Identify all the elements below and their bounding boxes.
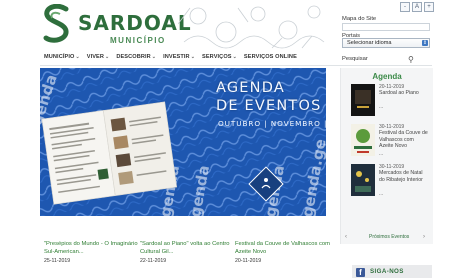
event-more[interactable]: ... [379,151,383,157]
logo-subtitle: MUNICÍPIO [110,36,166,45]
nav-divider [40,65,432,66]
news-item[interactable]: "Presépios do Mundo - O Imaginário Sul-A… [44,240,139,265]
sitemap-link[interactable]: Mapa do Site [342,16,376,22]
nav-item-investir[interactable]: INVESTIR⌄ [163,54,195,64]
agenda-panel: Agenda 20-11-2019 Sardoal ao Piano ... 3… [340,68,433,244]
nav-item-viver[interactable]: VIVER⌄ [87,54,110,64]
nav-item-descobrir[interactable]: DESCOBRIR⌄ [116,54,156,64]
chevron-right-icon[interactable]: › [423,234,425,240]
sitemap-field[interactable] [342,23,430,31]
event-more[interactable]: ... [379,191,383,197]
font-increase-button[interactable]: + [424,2,434,12]
logo-title: SARDOAL [78,11,192,35]
chevron-down-icon: ⌄ [151,54,157,60]
nav-label: DESCOBRIR [116,54,151,60]
agenda-heading: Agenda [372,72,402,81]
chevron-down-icon: ⌄ [190,54,195,60]
nav-label: SERVIÇOS ONLINE [243,54,297,60]
event-title[interactable]: Sardoal ao Piano [379,90,429,97]
font-reset-button[interactable]: A [412,2,422,12]
chevron-down-icon: ⌄ [105,54,110,60]
news-date: 25-11-2019 [44,258,71,264]
chevron-down-icon: ⌄ [232,54,237,60]
main-nav: MUNICÍPIO⌄ VIVER⌄ DESCOBRIR⌄ INVESTIR⌄ S… [44,54,330,64]
nav-label: VIVER [86,54,105,60]
news-title[interactable]: "Sardoal ao Piano" volta ao Centro Cultu… [140,240,235,256]
news-item[interactable]: "Sardoal ao Piano" volta ao Centro Cultu… [140,240,235,265]
nav-item-servicos[interactable]: SERVIÇOS⌄ [202,54,237,64]
news-item[interactable]: Festival da Couve de Valhascos com Azeit… [235,240,330,265]
hero-banner[interactable]: agenda agenda agenda agenda.ge agenda [40,68,326,216]
font-decrease-button[interactable]: - [400,2,410,12]
agenda-event[interactable]: 20-11-2019 Sardoal ao Piano ... [351,84,431,118]
event-title[interactable]: Mercados de Natal do Ribatejo Interior [379,170,429,183]
nav-label: INVESTIR [163,54,190,60]
hero-title-line2: DE EVENTOS [216,98,322,114]
search-label: Pesquisar [342,56,368,62]
nav-item-servicos-online[interactable]: SERVIÇOS ONLINE [244,54,297,64]
news-date: 22-11-2019 [140,258,167,264]
next-events-link[interactable]: Próximos Eventos [369,234,409,240]
event-thumbnail [351,164,375,196]
agenda-pager: ‹ Próximos Eventos › [341,232,433,242]
language-select[interactable]: Selecionar idioma ⇕ [342,38,430,48]
event-thumbnail [351,124,375,156]
search-icon[interactable]: ⚲ [408,55,414,64]
news-title[interactable]: Festival da Couve de Valhascos com Azeit… [235,240,330,256]
sardoal-s-logo-icon [43,4,69,43]
site-logo[interactable]: SARDOAL MUNICÍPIO [42,4,192,46]
nav-label: SERVIÇOS [202,54,232,60]
news-title[interactable]: "Presépios do Mundo - O Imaginário Sul-A… [44,240,139,256]
nav-label: MUNICÍPIO [44,54,75,60]
chevron-left-icon[interactable]: ‹ [345,234,347,240]
agenda-event[interactable]: 30-11-2019 Festival da Couve de Valhasco… [351,124,431,158]
language-select-value: Selecionar idioma [347,40,392,46]
event-more[interactable]: ... [379,104,383,110]
event-title[interactable]: Festival da Couve de Valhascos com Azeit… [379,130,429,150]
follow-us-label: SIGA-NOS [370,268,404,275]
hero-months: OUTUBRO | NOVEMBRO | DEZEMBRO [218,119,326,128]
chevron-down-icon: ⌄ [75,54,80,60]
select-arrow-icon: ⇕ [422,40,428,46]
agenda-event[interactable]: 30-11-2019 Mercados de Natal do Ribatejo… [351,164,431,198]
hero-title-line1: AGENDA [216,80,285,96]
facebook-icon: f [356,268,365,277]
event-thumbnail [351,84,375,116]
nav-item-municipio[interactable]: MUNICÍPIO⌄ [44,54,80,64]
accessibility-controls: - A + [400,2,434,12]
follow-us-button[interactable]: f SIGA-NOS [352,265,432,278]
header-decoration [178,5,325,49]
news-date: 20-11-2019 [235,258,262,264]
